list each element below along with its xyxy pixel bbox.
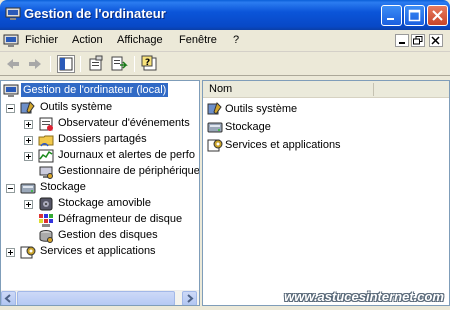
storage-icon — [20, 183, 36, 194]
child-minimize-button[interactable] — [395, 34, 409, 47]
defrag-icon — [39, 214, 53, 227]
close-button[interactable] — [427, 5, 448, 26]
tree-node-label: Gestionnaire de périphérique — [58, 165, 200, 177]
tree-node-label: Gestion des disques — [58, 229, 158, 241]
menu-affichage[interactable]: Affichage — [117, 34, 163, 46]
expand-plus-icon[interactable] — [6, 248, 15, 257]
disk-management-icon — [39, 230, 53, 243]
toolbar-separator — [134, 56, 135, 72]
tools-icon — [20, 101, 35, 114]
performance-logs-icon — [38, 149, 54, 163]
tree-node[interactable]: Gestionnaire de périphérique — [1, 164, 200, 180]
show-hide-tree-button[interactable] — [57, 55, 75, 73]
tree-node[interactable]: Observateur d'événements — [1, 116, 199, 132]
computer-management-icon — [3, 84, 19, 97]
collapse-minus-icon[interactable] — [6, 184, 15, 193]
maximize-icon — [408, 9, 421, 22]
console-tree-icon — [59, 57, 73, 71]
tree-node-label: Stockage amovible — [58, 197, 151, 209]
device-manager-icon — [39, 166, 53, 179]
scroll-left-button[interactable] — [1, 291, 16, 305]
shared-folder-icon — [38, 135, 54, 147]
expand-plus-icon[interactable] — [24, 152, 33, 161]
minimize-icon — [399, 42, 405, 44]
list-item-label: Outils système — [225, 103, 298, 115]
computer-management-icon[interactable] — [3, 33, 19, 49]
watermark: www.astucesinternet.com — [284, 289, 444, 304]
services-icon — [20, 246, 36, 259]
minimize-icon — [387, 18, 394, 20]
svg-text:?: ? — [145, 58, 150, 68]
window-title: Gestion de l'ordinateur — [24, 6, 166, 21]
collapse-minus-icon[interactable] — [6, 104, 15, 113]
expand-plus-icon[interactable] — [24, 136, 33, 145]
tree-node[interactable]: Dossiers partagés — [1, 132, 199, 148]
scroll-thumb[interactable] — [17, 291, 175, 305]
storage-icon — [207, 122, 223, 133]
services-icon — [207, 139, 223, 152]
child-restore-button[interactable] — [411, 34, 425, 47]
restore-icon — [413, 36, 423, 45]
tree-node[interactable]: Outils système — [1, 100, 199, 116]
menu-bar: Fichier Action Affichage Fenêtre ? — [0, 30, 450, 52]
title-bar[interactable]: Gestion de l'ordinateur — [0, 0, 450, 30]
forward-arrow-icon[interactable] — [26, 55, 44, 73]
arrow-right-icon — [187, 294, 194, 303]
horizontal-scrollbar[interactable] — [1, 290, 199, 305]
tree-node-label: Services et applications — [40, 245, 156, 257]
menu-fichier[interactable]: Fichier — [25, 34, 58, 46]
expand-plus-icon[interactable] — [24, 200, 33, 209]
minimize-button[interactable] — [381, 5, 402, 26]
tree-node[interactable]: Journaux et alertes de perfo — [1, 148, 199, 164]
tree-node-label: Dossiers partagés — [58, 133, 147, 145]
tree-node-label: Journaux et alertes de perfo — [58, 149, 195, 161]
tree-node-label: Outils système — [40, 101, 113, 113]
list-item-label: Services et applications — [225, 139, 341, 151]
help-icon[interactable]: ? — [141, 55, 159, 73]
tree-node[interactable]: Stockage — [1, 180, 199, 196]
toolbar: ? — [0, 52, 450, 76]
tree-root-row[interactable]: Gestion de l'ordinateur (local) — [3, 83, 193, 99]
results-pane[interactable]: Nom Outils système Stockage Services et … — [202, 80, 450, 306]
toolbar-separator — [80, 56, 81, 72]
event-viewer-icon — [39, 117, 53, 131]
column-header-nom[interactable]: Nom — [203, 81, 449, 98]
toolbar-separator — [50, 56, 51, 72]
export-list-icon[interactable] — [110, 55, 128, 73]
arrow-left-icon — [4, 294, 11, 303]
tree-node-label: Défragmenteur de disque — [58, 213, 183, 225]
tree-node[interactable]: Services et applications — [1, 244, 199, 260]
scroll-right-button[interactable] — [182, 291, 197, 305]
close-icon — [431, 36, 440, 45]
console-tree-pane[interactable]: Gestion de l'ordinateur (local) Outils s… — [0, 80, 200, 306]
removable-storage-icon — [39, 197, 53, 211]
list-item-label: Stockage — [225, 121, 271, 133]
tree-node[interactable]: Gestion des disques — [1, 228, 199, 244]
tree-node-label: Observateur d'événements — [58, 117, 190, 129]
close-icon — [432, 10, 443, 21]
menu-help[interactable]: ? — [233, 34, 239, 46]
expand-plus-icon[interactable] — [24, 120, 33, 129]
tree-node[interactable]: Défragmenteur de disque — [1, 212, 199, 228]
tree-node-label: Stockage — [40, 181, 86, 193]
back-arrow-icon[interactable] — [4, 55, 22, 73]
column-header-label: Nom — [209, 83, 233, 95]
tools-icon — [207, 102, 222, 115]
properties-icon[interactable] — [87, 55, 105, 73]
maximize-button[interactable] — [404, 5, 425, 26]
menu-fenetre[interactable]: Fenêtre — [179, 34, 217, 46]
computer-management-icon — [5, 7, 21, 20]
menu-action[interactable]: Action — [72, 34, 103, 46]
child-close-button[interactable] — [429, 34, 443, 47]
tree-root-label: Gestion de l'ordinateur (local) — [21, 83, 169, 97]
column-divider[interactable] — [373, 83, 374, 96]
tree-node[interactable]: Stockage amovible — [1, 196, 199, 212]
